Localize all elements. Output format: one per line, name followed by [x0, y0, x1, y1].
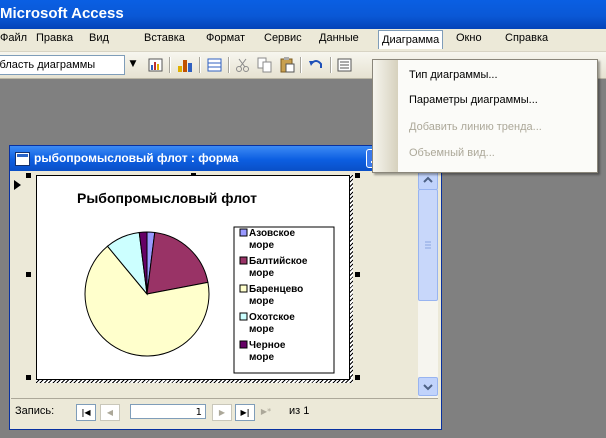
toolbar-separator [228, 57, 230, 73]
vertical-scrollbar[interactable] [418, 171, 438, 398]
form-detail-section: Рыбопромысловый флот Азовское море Балтийс… [23, 171, 418, 398]
menu-icon-gutter [373, 60, 398, 172]
record-label: Запись: [15, 405, 55, 417]
cut-icon[interactable] [234, 56, 252, 74]
menu-insert[interactable]: Вставка [144, 32, 185, 44]
legend-swatch [239, 256, 248, 265]
menu-item-chart-type[interactable]: Тип диаграммы... [409, 64, 498, 86]
last-record-button[interactable]: ▶| [235, 404, 255, 421]
chart-object-selector-value: Область диаграммы [0, 59, 96, 71]
first-record-button[interactable]: |◀ [76, 404, 96, 421]
scroll-thumb[interactable] [418, 189, 438, 301]
form-window: рыбопромысловый флот : форма Рыбопромысл… [9, 145, 442, 430]
selection-handle[interactable] [26, 375, 31, 380]
selection-handle[interactable] [355, 173, 360, 178]
legend-swatch [239, 340, 248, 349]
selection-handle[interactable] [26, 272, 31, 277]
app-title-bar: Microsoft Access [0, 0, 606, 29]
form-icon [15, 152, 30, 166]
toolbar-separator [169, 57, 171, 73]
form-title: рыбопромысловый флот : форма [34, 151, 239, 165]
scroll-down-button[interactable] [418, 377, 438, 396]
next-record-button[interactable]: ▶ [212, 404, 232, 421]
format-chart-area-icon[interactable] [336, 56, 354, 74]
chart-area[interactable]: Рыбопромысловый флот Азовское море Балтийс… [36, 175, 350, 380]
undo-icon[interactable] [307, 56, 325, 74]
record-navigation-bar: Запись: |◀ ◀ 1 ▶ ▶| ▶* из 1 [11, 398, 438, 426]
legend-swatch [239, 312, 248, 321]
menu-item-chart-options[interactable]: Параметры диаграммы... [409, 89, 538, 111]
chart-type-icon[interactable] [176, 56, 194, 74]
menu-item-add-trendline[interactable]: Добавить линию тренда... [409, 116, 542, 138]
format-chart-icon[interactable] [147, 56, 165, 74]
scroll-up-button[interactable] [418, 171, 438, 190]
menu-view[interactable]: Вид [89, 32, 109, 44]
chart-title: Рыбопромысловый флот [77, 190, 257, 206]
selection-handle[interactable] [355, 375, 360, 380]
menu-tools[interactable]: Сервис [264, 32, 302, 44]
app-title: Microsoft Access [0, 5, 124, 22]
legend-swatch [239, 228, 248, 237]
toolbar-separator [300, 57, 302, 73]
record-count: из 1 [289, 405, 310, 417]
toolbar-separator [199, 57, 201, 73]
selection-handle[interactable] [355, 272, 360, 277]
menu-item-3d-view[interactable]: Объемный вид... [409, 142, 495, 164]
menu-bar: Файл Правка Вид Вставка Формат Сервис Да… [0, 29, 606, 52]
previous-record-button[interactable]: ◀ [100, 404, 120, 421]
menu-format[interactable]: Формат [206, 32, 245, 44]
menu-window[interactable]: Окно [456, 32, 482, 44]
menu-help[interactable]: Справка [505, 32, 548, 44]
pie-chart[interactable]: Рыбопромысловый флот Азовское мореБалтийс… [37, 176, 349, 379]
menu-edit[interactable]: Правка [36, 32, 73, 44]
chart-object-selector[interactable]: Область диаграммы [0, 55, 125, 75]
selection-handle[interactable] [26, 173, 31, 178]
data-table-icon[interactable] [206, 56, 224, 74]
copy-icon[interactable] [256, 56, 274, 74]
new-record-button[interactable]: ▶* [257, 404, 275, 419]
paste-icon[interactable] [278, 56, 296, 74]
menu-file[interactable]: Файл [0, 32, 27, 44]
legend-swatch [239, 284, 248, 293]
menu-chart[interactable]: Диаграмма [378, 30, 444, 49]
current-record-field[interactable]: 1 [130, 404, 206, 419]
chart-menu-dropdown: Тип диаграммы... Параметры диаграммы... … [372, 59, 598, 173]
chevron-down-icon[interactable]: ▼ [126, 55, 140, 73]
menu-data[interactable]: Данные [319, 32, 359, 44]
toolbar-separator [330, 57, 332, 73]
